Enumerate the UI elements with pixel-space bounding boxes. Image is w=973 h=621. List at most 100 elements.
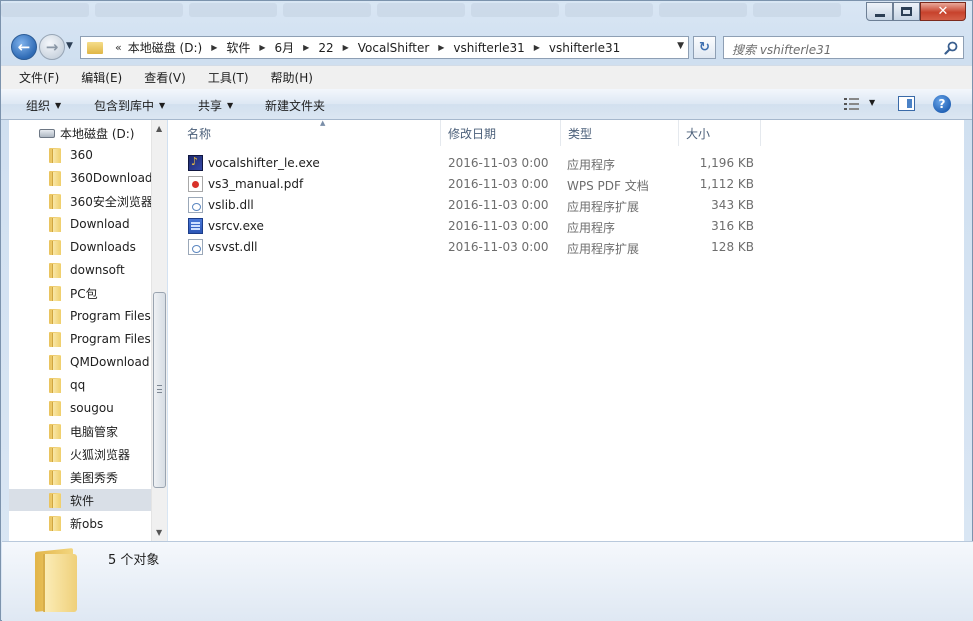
scroll-down-icon[interactable]: ▼: [156, 528, 162, 537]
search-box[interactable]: 搜索 vshifterle31: [723, 36, 964, 59]
column-header-name[interactable]: ▲ 名称: [180, 119, 441, 146]
menu-tools[interactable]: 工具(T): [197, 69, 260, 86]
tree-item-folder-selected[interactable]: 软件: [9, 489, 151, 511]
breadcrumb-separator-icon[interactable]: ▶: [438, 43, 444, 52]
breadcrumb-22[interactable]: 22: [318, 41, 333, 55]
file-row[interactable]: vsrcv.exe 2016-11-03 0:00 应用程序 316 KB: [182, 216, 942, 237]
pdf-icon: [188, 176, 203, 192]
file-name: vsvst.dll: [208, 240, 258, 254]
preview-pane-icon[interactable]: [898, 96, 915, 111]
background-browser-tabs: [1, 1, 861, 19]
close-button[interactable]: ✕: [920, 2, 966, 21]
file-list-pane: ▲ 名称 修改日期 类型 大小 vocalshifter_le.exe 2016…: [168, 119, 964, 541]
navigation-pane: 本地磁盘 (D:) 360 360Download 360安全浏览器 Downl…: [9, 120, 167, 541]
file-row[interactable]: vsvst.dll 2016-11-03 0:00 应用程序扩展 128 KB: [182, 237, 942, 258]
file-name: vs3_manual.pdf: [208, 177, 304, 191]
tree-item-folder[interactable]: 360: [9, 144, 151, 166]
file-type: 应用程序: [567, 158, 616, 172]
include-library-label: 包含到库中: [94, 99, 155, 113]
address-bar[interactable]: « 本地磁盘 (D:) ▶ 软件 ▶ 6月 ▶ 22 ▶ VocalShifter ▶ v…: [80, 36, 689, 59]
tree-item-label: 新obs: [70, 516, 104, 531]
view-options-icon[interactable]: [844, 98, 859, 110]
file-type: WPS PDF 文档: [567, 179, 649, 193]
share-button[interactable]: 共享 ▼: [198, 97, 233, 114]
file-name: vslib.dll: [208, 198, 254, 212]
organize-button[interactable]: 组织 ▼: [26, 97, 61, 114]
column-header-name-label: 名称: [187, 126, 212, 141]
navigation-scrollbar[interactable]: ▲ ▼: [151, 120, 167, 541]
tree-item-folder[interactable]: 新obs: [9, 512, 151, 534]
column-header-date[interactable]: 修改日期: [441, 120, 561, 146]
tree-item-folder[interactable]: QMDownload: [9, 351, 151, 373]
file-row[interactable]: vs3_manual.pdf 2016-11-03 0:00 WPS PDF 文…: [182, 174, 942, 195]
tree-item-label: sougou: [70, 401, 114, 415]
menu-bar: 文件(F) 编辑(E) 查看(V) 工具(T) 帮助(H): [1, 65, 972, 89]
scroll-up-icon[interactable]: ▲: [156, 124, 162, 133]
maximize-icon: [901, 7, 912, 16]
tree-item-folder[interactable]: 美图秀秀: [9, 466, 151, 488]
tree-item-folder[interactable]: PC包: [9, 282, 151, 304]
forward-arrow-icon: →: [45, 38, 59, 56]
new-folder-button[interactable]: 新建文件夹: [265, 97, 325, 114]
breadcrumb-separator-icon[interactable]: ▶: [259, 43, 265, 52]
tree-item-folder[interactable]: Program Files: [9, 328, 151, 350]
tree-item-folder[interactable]: Downloads: [9, 236, 151, 258]
file-size: 128 KB: [711, 240, 754, 254]
folder-icon: [49, 469, 61, 485]
folder-icon: [49, 492, 61, 508]
column-header-type[interactable]: 类型: [561, 120, 679, 146]
tree-item-label: Downloads: [70, 240, 136, 254]
breadcrumb-overflow[interactable]: «: [115, 41, 122, 54]
scrollbar-thumb[interactable]: [153, 292, 166, 488]
dll-icon: [188, 197, 203, 213]
minimize-button[interactable]: [866, 2, 893, 21]
menu-help[interactable]: 帮助(H): [260, 69, 324, 86]
breadcrumb-drive[interactable]: 本地磁盘 (D:): [128, 39, 202, 56]
search-icon[interactable]: [944, 41, 958, 55]
tree-item-label: QMDownload: [70, 355, 150, 369]
refresh-button[interactable]: ↻: [693, 36, 716, 59]
tree-item-folder[interactable]: 电脑管家: [9, 420, 151, 442]
tree-item-folder[interactable]: Download: [9, 213, 151, 235]
menu-file[interactable]: 文件(F): [8, 69, 70, 86]
breadcrumb-separator-icon[interactable]: ▶: [303, 43, 309, 52]
breadcrumb-vshifterle31-current[interactable]: vshifterle31: [549, 41, 620, 55]
breadcrumb-separator-icon[interactable]: ▶: [534, 43, 540, 52]
breadcrumb-vocalshifter[interactable]: VocalShifter: [358, 41, 430, 55]
breadcrumb-june[interactable]: 6月: [275, 39, 295, 56]
breadcrumb-separator-icon[interactable]: ▶: [211, 43, 217, 52]
tree-item-folder[interactable]: 360Download: [9, 167, 151, 189]
tree-item-label: downsoft: [70, 263, 125, 277]
maximize-button[interactable]: [893, 2, 920, 21]
tree-item-folder[interactable]: Program Files: [9, 305, 151, 327]
back-button[interactable]: ←: [11, 34, 37, 60]
tree-item-folder[interactable]: downsoft: [9, 259, 151, 281]
minimize-icon: [874, 13, 885, 17]
menu-edit[interactable]: 编辑(E): [70, 69, 133, 86]
recent-pages-dropdown[interactable]: ▼: [66, 41, 73, 51]
file-row[interactable]: vslib.dll 2016-11-03 0:00 应用程序扩展 343 KB: [182, 195, 942, 216]
tree-item-folder[interactable]: 火狐浏览器: [9, 443, 151, 465]
tree-item-label: qq: [70, 378, 86, 392]
title-bar[interactable]: ✕: [1, 1, 972, 31]
breadcrumb-software[interactable]: 软件: [226, 39, 250, 56]
file-row[interactable]: vocalshifter_le.exe 2016-11-03 0:00 应用程序…: [182, 153, 942, 174]
tree-item-folder[interactable]: qq: [9, 374, 151, 396]
forward-button[interactable]: →: [39, 34, 65, 60]
menu-view[interactable]: 查看(V): [133, 69, 197, 86]
view-dropdown-icon[interactable]: ▼: [869, 98, 875, 107]
folder-icon: [49, 262, 61, 278]
share-label: 共享: [198, 99, 223, 113]
tree-item-drive-d[interactable]: 本地磁盘 (D:): [9, 122, 151, 144]
include-in-library-button[interactable]: 包含到库中 ▼: [94, 97, 165, 114]
folder-icon: [49, 239, 61, 255]
tree-item-folder[interactable]: 360安全浏览器: [9, 190, 151, 212]
search-placeholder[interactable]: 搜索 vshifterle31: [732, 41, 831, 58]
tree-item-label: Program Files: [70, 309, 151, 323]
address-history-dropdown[interactable]: ▼: [677, 41, 684, 51]
breadcrumb-vshifterle31[interactable]: vshifterle31: [453, 41, 524, 55]
breadcrumb-separator-icon[interactable]: ▶: [343, 43, 349, 52]
help-icon[interactable]: ?: [933, 95, 951, 113]
tree-item-folder[interactable]: sougou: [9, 397, 151, 419]
column-header-size[interactable]: 大小: [679, 120, 761, 146]
